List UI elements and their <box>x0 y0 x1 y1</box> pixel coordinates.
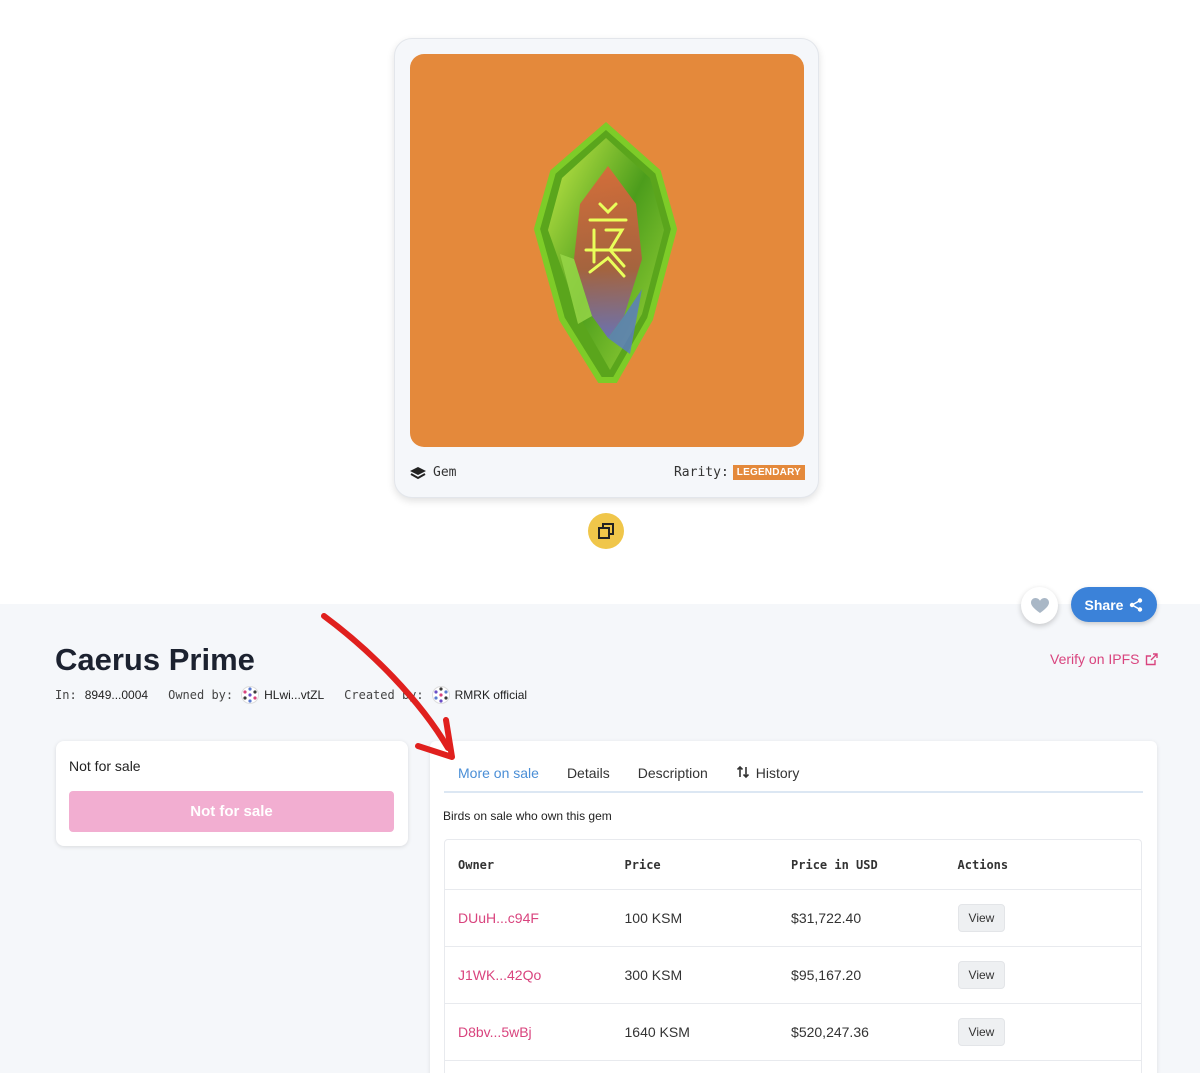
price-usd-cell: $31,722.40 <box>791 910 862 926</box>
gem-artwork[interactable] <box>410 54 804 447</box>
creator-label: Created by: <box>344 688 424 702</box>
heart-icon <box>1030 597 1049 613</box>
sale-table: Owner Price Price in USD Actions DUuH...… <box>444 839 1142 1073</box>
share-icon <box>1130 597 1143 612</box>
collection-link[interactable]: 8949...0004 <box>85 688 148 702</box>
header-owner[interactable]: Owner <box>445 858 612 872</box>
card-type: Gem <box>409 465 456 480</box>
rarity-label: Rarity: <box>673 465 729 480</box>
verify-ipfs-link[interactable]: Verify on IPFS <box>1050 651 1159 667</box>
tab-more-on-sale[interactable]: More on sale <box>444 755 553 793</box>
rarity-badge: LEGENDARY <box>732 465 805 480</box>
owner-label: Owned by: <box>168 688 234 702</box>
tab-bar: More on sale Details Description History <box>444 755 1143 793</box>
view-button[interactable]: View <box>957 1018 1006 1046</box>
item-meta: In: 8949...0004 Owned by: HLwi...vtZL Cr… <box>55 686 547 704</box>
share-button[interactable]: Share <box>1071 587 1157 622</box>
header-price-usd[interactable]: Price in USD <box>778 858 945 872</box>
layers-icon <box>410 466 426 479</box>
tab-label: Description <box>637 765 708 781</box>
tab-description[interactable]: Description <box>624 755 722 793</box>
collection-label: In: <box>55 688 77 702</box>
price-usd-cell: $520,247.36 <box>791 1024 869 1040</box>
creator-avatar <box>431 686 450 704</box>
tab-history[interactable]: History <box>722 755 814 793</box>
sale-box: Not for sale Not for sale <box>56 741 408 846</box>
table-row: DUuH...c94F 100 KSM $31,722.40 View <box>445 890 1141 947</box>
header-price[interactable]: Price <box>612 858 779 872</box>
swap-arrows-icon <box>736 765 749 779</box>
like-button[interactable] <box>1021 587 1058 624</box>
tab-details[interactable]: Details <box>553 755 624 793</box>
external-link-icon <box>1146 652 1159 665</box>
creator-value: RMRK official <box>454 688 528 702</box>
owner-address-link[interactable]: J1WK...42Qo <box>458 967 541 983</box>
view-button[interactable]: View <box>957 961 1006 989</box>
nft-card: Gem Rarity: LEGENDARY <box>394 38 819 498</box>
page-title: Caerus Prime <box>55 642 255 677</box>
info-panel: More on sale Details Description History… <box>430 741 1157 1073</box>
tab-label: Details <box>566 765 610 781</box>
buy-button[interactable]: Not for sale <box>69 791 394 832</box>
collection-value: 8949...0004 <box>84 688 149 702</box>
copy-button[interactable] <box>588 513 624 549</box>
section-label: Birds on sale who own this gem <box>443 809 612 823</box>
owner-link[interactable]: HLwi...vtZL <box>241 686 324 704</box>
creator-link[interactable]: RMRK official <box>431 686 528 704</box>
gem-image <box>533 122 678 383</box>
owner-avatar <box>241 686 260 704</box>
card-rarity: Rarity: LEGENDARY <box>674 465 805 480</box>
copy-icon <box>598 523 614 539</box>
verify-label: Verify on IPFS <box>1050 651 1140 667</box>
owner-address-link[interactable]: D8bv...5wBj <box>458 1024 532 1040</box>
price-cell: 1640 KSM <box>624 1024 690 1040</box>
table-row: D8bv...5wBj 1640 KSM $520,247.36 View <box>445 1004 1141 1061</box>
header-actions: Actions <box>957 857 1009 872</box>
tab-label: History <box>755 765 800 781</box>
owner-address-link[interactable]: DUuH...c94F <box>458 910 539 926</box>
tab-label: More on sale <box>458 765 539 781</box>
price-cell: 300 KSM <box>624 967 683 983</box>
card-type-label: Gem <box>433 465 457 480</box>
share-label: Share <box>1084 596 1124 613</box>
table-header: Owner Price Price in USD Actions <box>445 840 1141 890</box>
table-row: J1WK...42Qo 300 KSM $95,167.20 View <box>445 947 1141 1004</box>
owner-value: HLwi...vtZL <box>264 688 325 702</box>
view-button[interactable]: View <box>957 904 1006 932</box>
sale-status: Not for sale <box>69 758 141 774</box>
price-usd-cell: $95,167.20 <box>791 967 862 983</box>
price-cell: 100 KSM <box>624 910 683 926</box>
